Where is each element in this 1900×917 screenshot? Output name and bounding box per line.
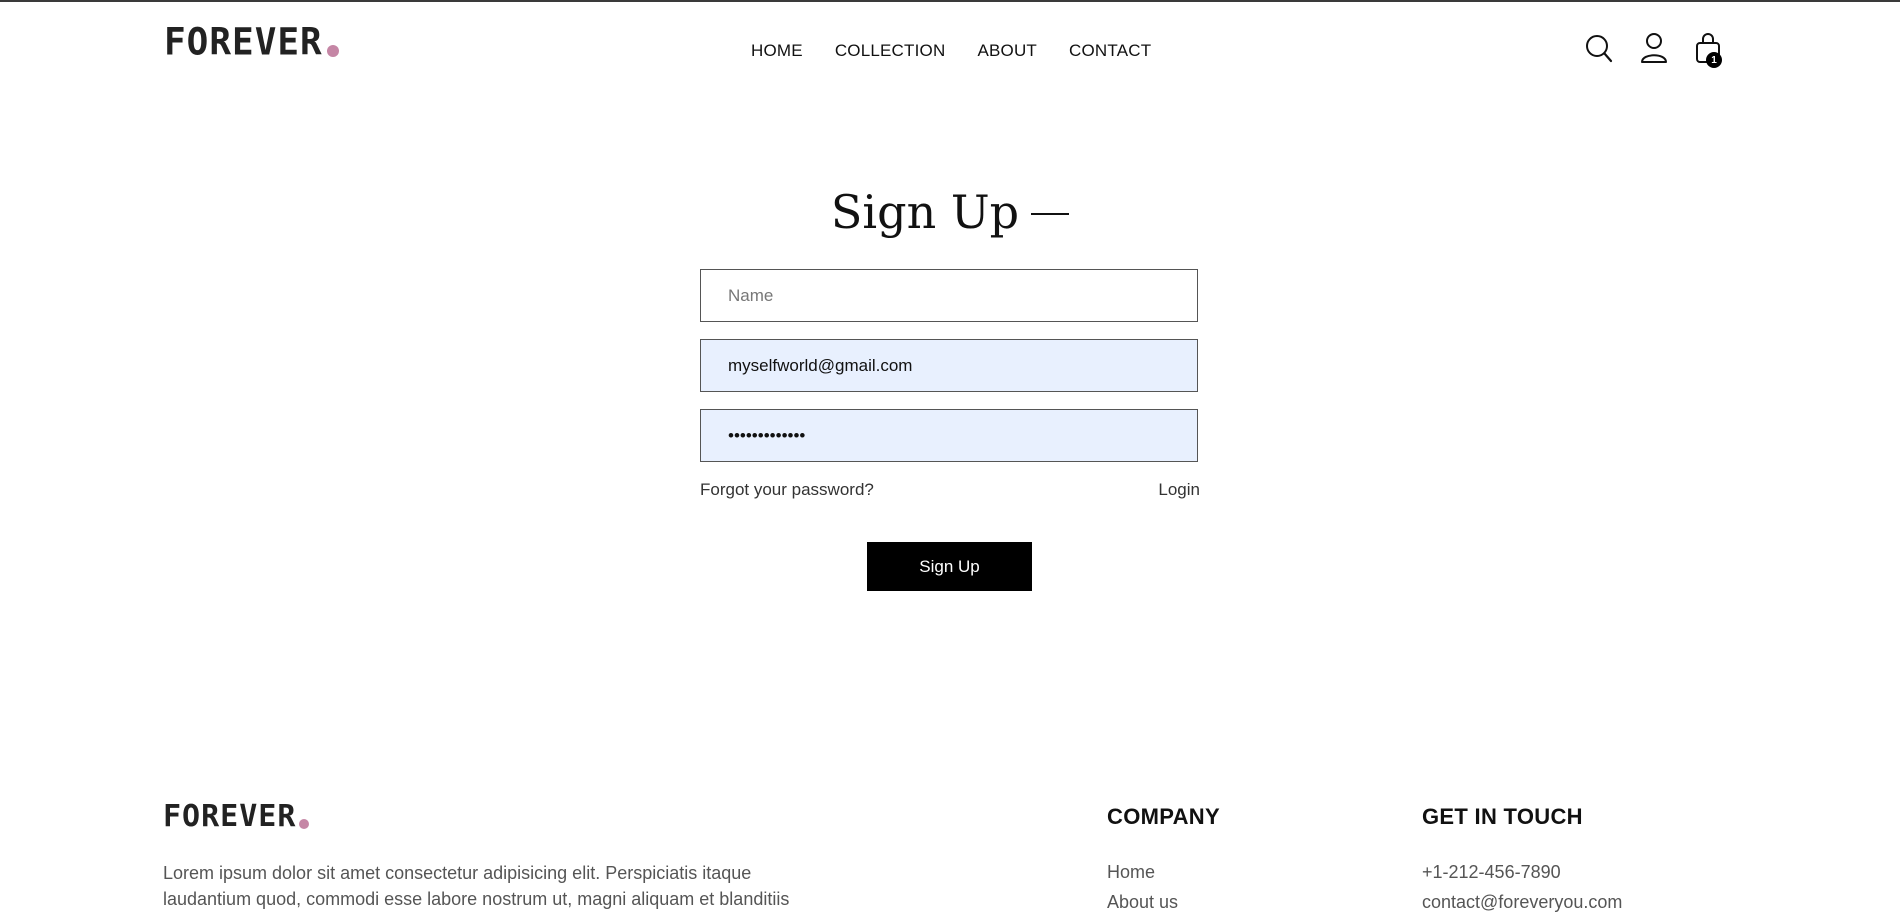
- nav-home[interactable]: HOME: [751, 41, 803, 61]
- title-dash: [1031, 213, 1070, 215]
- top-border: [0, 0, 1900, 2]
- search-icon[interactable]: [1585, 34, 1613, 69]
- name-field[interactable]: [700, 269, 1198, 322]
- logo-dot: [326, 45, 339, 57]
- forgot-password-link[interactable]: Forgot your password?: [700, 480, 874, 500]
- nav-collection[interactable]: COLLECTION: [835, 41, 946, 61]
- email-field[interactable]: [700, 339, 1198, 392]
- footer-description: Lorem ipsum dolor sit amet consectetur a…: [163, 863, 790, 909]
- contact-email: contact@foreveryou.com: [1422, 892, 1623, 912]
- cart-count-badge: 1: [1706, 52, 1722, 68]
- footer-logo-text: FOREVER: [163, 799, 297, 834]
- contact-list: +1-212-456-7890 contact@foreveryou.com: [1422, 857, 1622, 917]
- footer-link-home[interactable]: Home: [1107, 857, 1178, 887]
- company-links: Home About us: [1107, 857, 1178, 917]
- page-title-text: Sign Up: [830, 185, 1020, 239]
- site-logo[interactable]: FOREVER: [164, 20, 339, 64]
- logo-text: FOREVER: [164, 20, 323, 64]
- footer-logo-dot: [299, 819, 310, 829]
- company-heading: COMPANY: [1107, 804, 1220, 829]
- footer-logo: FOREVER: [163, 799, 310, 834]
- nav-about[interactable]: ABOUT: [977, 41, 1037, 61]
- page-title: Sign Up: [0, 185, 1900, 239]
- profile-icon[interactable]: [1640, 32, 1668, 69]
- nav-contact[interactable]: CONTACT: [1069, 41, 1151, 61]
- main-nav: HOME COLLECTION ABOUT CONTACT: [751, 41, 1151, 61]
- form-links: Forgot your password? Login: [700, 480, 1200, 500]
- sign-up-button[interactable]: Sign Up: [867, 542, 1032, 591]
- login-link[interactable]: Login: [1158, 480, 1200, 500]
- contact-phone: +1-212-456-7890: [1422, 862, 1561, 882]
- password-field[interactable]: [700, 409, 1198, 462]
- contact-heading: GET IN TOUCH: [1422, 804, 1583, 829]
- footer-link-about[interactable]: About us: [1107, 887, 1178, 917]
